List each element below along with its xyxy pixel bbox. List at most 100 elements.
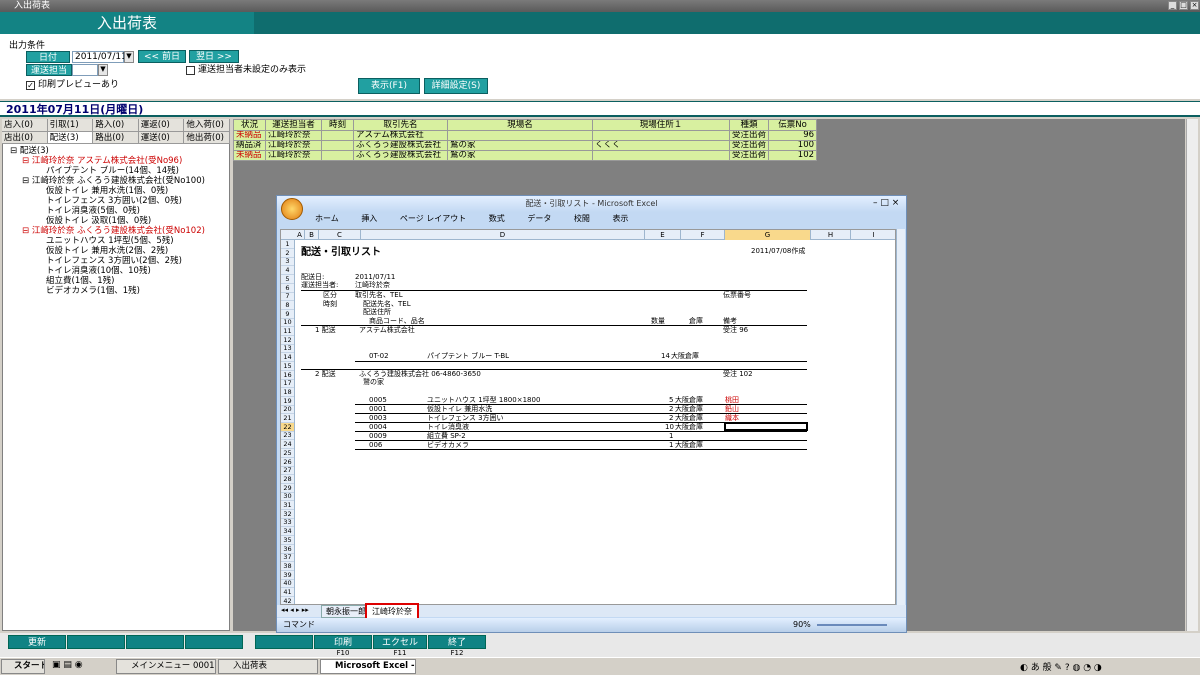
slip-no-cell[interactable]: 100 xyxy=(768,140,818,151)
tree-node[interactable]: パイプテント ブルー(14個、14残) xyxy=(46,167,179,176)
address-cell[interactable]: くくく xyxy=(592,140,730,151)
ribbon-tab-insert[interactable]: 挿入 xyxy=(361,214,377,223)
start-button[interactable]: スタート xyxy=(1,659,45,674)
tree-node[interactable]: 仮設トイレ 汲取(1個、0残) xyxy=(46,217,151,226)
tree-node[interactable]: トイレフェンス 3方囲い(2個、0残) xyxy=(46,197,182,206)
quick-launch-icons[interactable]: ▣ ▤ ◉ xyxy=(52,660,83,670)
ribbon-tab-formulas[interactable]: 数式 xyxy=(489,214,505,223)
tab-delivery[interactable]: 配送(3) xyxy=(47,131,94,144)
client-cell[interactable]: ふくろう建設株式会社 xyxy=(353,150,448,161)
table-row[interactable]: 納品済 江崎玲於奈 ふくろう建設株式会社 鷲の家 くくく 受注出荷 100 xyxy=(233,140,818,151)
tab-store-in[interactable]: 店入(0) xyxy=(2,119,48,132)
type-cell[interactable]: 受注出荷 xyxy=(728,140,770,151)
detail-settings-button[interactable]: 詳細設定(S) xyxy=(424,78,488,94)
tree-node[interactable]: ⊟ 江崎玲於奈 ふくろう建設株式会社(受No100) xyxy=(22,177,205,186)
staff-cell[interactable]: 江崎玲於奈 xyxy=(265,150,322,161)
sheet-tab[interactable]: 朝永振一郎 xyxy=(321,605,371,618)
tree-node[interactable]: トイレフェンス 3方囲い(2個、2残) xyxy=(46,257,182,266)
excel-window-controls[interactable]: – □ × xyxy=(873,198,899,208)
tree-node[interactable]: トイレ消臭液(10個、10残) xyxy=(46,267,151,276)
staff-dropdown-icon[interactable]: ▼ xyxy=(98,64,108,76)
fkey-blank[interactable] xyxy=(185,635,243,649)
ribbon-tab-home[interactable]: ホーム xyxy=(315,214,339,223)
tab-route-in[interactable]: 路入(0) xyxy=(93,119,139,132)
next-day-button[interactable]: 翌日 >> xyxy=(189,50,239,63)
maximize-button[interactable]: □ xyxy=(1179,1,1188,10)
slip-no-cell[interactable]: 102 xyxy=(768,150,818,161)
excel-button[interactable]: エクセル xyxy=(373,635,427,649)
task-io-sheet[interactable]: 入出荷表 xyxy=(218,659,318,674)
col-header[interactable]: 種類 xyxy=(728,119,770,131)
col-header[interactable]: 現場名 xyxy=(447,119,593,131)
tab-store-out[interactable]: 店出(0) xyxy=(2,131,48,144)
office-button-icon[interactable] xyxy=(281,198,303,220)
print-button[interactable]: 印刷 xyxy=(314,635,372,649)
ribbon-tab-data[interactable]: データ xyxy=(527,214,551,223)
site-cell[interactable] xyxy=(447,130,593,141)
tree-node[interactable]: ⊟ 江崎玲於奈 ふくろう建設株式会社(受No102) xyxy=(22,227,205,236)
status-cell[interactable]: 未納品 xyxy=(233,130,266,141)
col-header[interactable]: 取引先名 xyxy=(353,119,448,131)
table-row[interactable]: 未納品 江崎玲於奈 ふくろう建設株式会社 鷲の家 受注出荷 102 xyxy=(233,150,818,161)
address-cell[interactable] xyxy=(592,130,730,141)
unset-only-checkbox[interactable] xyxy=(186,66,195,75)
tab-pickup[interactable]: 引取(1) xyxy=(47,119,94,132)
tree-node[interactable]: 組立費(1個、1残) xyxy=(46,277,114,286)
selected-cell[interactable] xyxy=(724,422,808,431)
col-header[interactable]: 時刻 xyxy=(321,119,354,131)
excel-window[interactable]: 配送・引取リスト - Microsoft Excel – □ × ホーム 挿入 … xyxy=(276,195,907,633)
date-input[interactable]: 2011/07/11 xyxy=(72,51,127,63)
time-cell[interactable] xyxy=(321,150,354,161)
exit-button[interactable]: 終了 xyxy=(428,635,486,649)
grid-scrollbar[interactable] xyxy=(1186,119,1198,631)
minimize-button[interactable]: _ xyxy=(1168,1,1177,10)
fkey-blank[interactable] xyxy=(255,635,313,649)
update-button[interactable]: 更新 xyxy=(8,635,66,649)
close-button[interactable]: × xyxy=(1190,1,1199,10)
status-cell[interactable]: 納品済 xyxy=(233,140,266,151)
zoom-level[interactable]: 90% xyxy=(793,618,811,632)
tab-transport[interactable]: 運送(0) xyxy=(138,131,185,144)
col-header[interactable]: 伝票No xyxy=(768,119,818,131)
tab-transport-return[interactable]: 運返(0) xyxy=(138,119,185,132)
address-cell[interactable] xyxy=(592,150,730,161)
table-row[interactable]: 未納品 江崎玲於奈 アステム株式会社 受注出荷 96 xyxy=(233,130,818,141)
client-cell[interactable]: アステム株式会社 xyxy=(353,130,448,141)
task-main-menu[interactable]: メインメニュー 0001 梨し... xyxy=(116,659,216,674)
site-cell[interactable]: 鷲の家 xyxy=(447,150,593,161)
date-dropdown-icon[interactable]: ▼ xyxy=(124,51,134,63)
tree-node[interactable]: 仮設トイレ 兼用水洗(1個、0残) xyxy=(46,187,168,196)
prev-day-button[interactable]: << 前日 xyxy=(138,50,186,63)
tree-node[interactable]: ビデオカメラ(1個、1残) xyxy=(46,287,140,296)
tree-node[interactable]: ⊟ 配送(3) xyxy=(10,147,49,156)
col-header[interactable]: 運送担当者 xyxy=(265,119,322,131)
tree-node[interactable]: ⊟ 江崎玲於奈 アステム株式会社(受No96) xyxy=(22,157,182,166)
type-cell[interactable]: 受注出荷 xyxy=(728,130,770,141)
tab-other-in[interactable]: 他入荷(0) xyxy=(184,119,230,132)
fkey-blank[interactable] xyxy=(67,635,125,649)
delivery-tree[interactable]: ⊟ 配送(3) ⊟ 江崎玲於奈 アステム株式会社(受No96) パイプテント ブ… xyxy=(10,147,228,307)
time-cell[interactable] xyxy=(321,140,354,151)
tree-node[interactable]: ユニットハウス 1坪型(5個、5残) xyxy=(46,237,174,246)
preview-checkbox[interactable]: ✓ xyxy=(26,81,35,90)
ribbon-tab-layout[interactable]: ページ レイアウト xyxy=(400,214,466,223)
tree-node[interactable]: 仮設トイレ 兼用水洗(2個、2残) xyxy=(46,247,168,256)
tree-node[interactable]: トイレ消臭液(5個、0残) xyxy=(46,207,140,216)
fkey-blank[interactable] xyxy=(126,635,184,649)
excel-vscrollbar[interactable] xyxy=(896,229,905,605)
show-button[interactable]: 表示(F1) xyxy=(358,78,420,94)
tab-route-out[interactable]: 路出(0) xyxy=(93,131,139,144)
spreadsheet[interactable]: A B C D E F G H I 1 2 3 4 5 6 7 8 9 10 11 12 13 14 15 1… xyxy=(280,229,896,605)
time-cell[interactable] xyxy=(321,130,354,141)
tab-other-out[interactable]: 他出荷(0) xyxy=(184,131,230,144)
type-cell[interactable]: 受注出荷 xyxy=(728,150,770,161)
staff-select[interactable] xyxy=(72,64,98,76)
col-header[interactable]: 現場住所１ xyxy=(592,119,730,131)
status-cell[interactable]: 未納品 xyxy=(233,150,266,161)
col-header[interactable]: 状況 xyxy=(233,119,266,131)
staff-cell[interactable]: 江崎玲於奈 xyxy=(265,140,322,151)
staff-cell[interactable]: 江崎玲於奈 xyxy=(265,130,322,141)
slip-no-cell[interactable]: 96 xyxy=(768,130,818,141)
zoom-slider[interactable] xyxy=(817,624,887,626)
task-excel[interactable]: Microsoft Excel - ... xyxy=(320,659,416,674)
